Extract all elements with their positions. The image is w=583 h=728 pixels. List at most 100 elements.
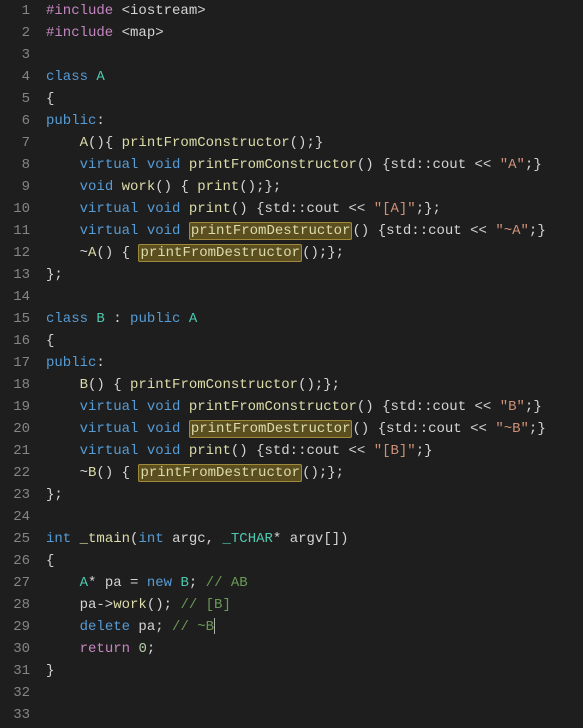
code-line[interactable]: ~B() { printFromDestructor();}; (46, 462, 583, 484)
code-token: ~ (46, 245, 88, 261)
code-token: () {std::cout << (357, 399, 500, 415)
code-line[interactable]: A* pa = new B; // AB (46, 572, 583, 594)
code-token: : (105, 311, 130, 327)
code-token: ;} (529, 223, 546, 239)
code-line[interactable]: virtual void printFromDestructor() {std:… (46, 418, 583, 440)
code-token (138, 399, 146, 415)
code-token: int (46, 531, 71, 547)
line-number: 26 (6, 550, 30, 572)
code-token: virtual (80, 157, 139, 173)
code-token: ;} (525, 399, 542, 415)
code-line[interactable]: class B : public A (46, 308, 583, 330)
code-line[interactable]: public: (46, 110, 583, 132)
code-token: ();}; (298, 377, 340, 393)
code-line[interactable]: B() { printFromConstructor();}; (46, 374, 583, 396)
code-token: #include (46, 25, 113, 41)
code-line[interactable]: #include <map> (46, 22, 583, 44)
code-token: class (46, 69, 88, 85)
line-number: 20 (6, 418, 30, 440)
code-token: (){ (88, 135, 122, 151)
code-line[interactable]: ~A() { printFromDestructor();}; (46, 242, 583, 264)
code-line[interactable]: } (46, 660, 583, 682)
line-number: 9 (6, 176, 30, 198)
code-line[interactable] (46, 506, 583, 528)
code-line[interactable] (46, 44, 583, 66)
code-token: #include (46, 3, 113, 19)
code-line[interactable]: void work() { print();}; (46, 176, 583, 198)
code-token: "~B" (495, 421, 529, 437)
code-line[interactable]: }; (46, 484, 583, 506)
line-number: 12 (6, 242, 30, 264)
code-line[interactable]: A(){ printFromConstructor();} (46, 132, 583, 154)
code-token: (); (147, 597, 181, 613)
code-token: ; (189, 575, 206, 591)
code-line[interactable]: { (46, 330, 583, 352)
code-token: () { (88, 377, 130, 393)
line-number: 22 (6, 462, 30, 484)
code-token (180, 223, 188, 239)
code-token (180, 443, 188, 459)
code-token (180, 311, 188, 327)
line-number: 31 (6, 660, 30, 682)
highlighted-token: printFromDestructor (189, 222, 353, 240)
code-token (180, 399, 188, 415)
code-line[interactable]: delete pa; // ~B (46, 616, 583, 638)
code-token: int (138, 531, 163, 547)
code-token: new (147, 575, 172, 591)
code-token: void (147, 157, 181, 173)
line-number: 30 (6, 638, 30, 660)
highlighted-token: printFromDestructor (138, 464, 302, 482)
code-line[interactable]: virtual void printFromConstructor() {std… (46, 396, 583, 418)
code-line[interactable]: virtual void print() {std::cout << "[B]"… (46, 440, 583, 462)
code-token: argc, (164, 531, 223, 547)
line-number: 19 (6, 396, 30, 418)
code-token: "B" (500, 399, 525, 415)
code-line[interactable]: class A (46, 66, 583, 88)
code-token: <map> (113, 25, 163, 41)
code-token: () { (96, 245, 138, 261)
code-line[interactable]: { (46, 88, 583, 110)
code-token (138, 201, 146, 217)
code-token: } (46, 663, 54, 679)
code-token (138, 223, 146, 239)
line-number: 2 (6, 22, 30, 44)
line-number: 27 (6, 572, 30, 594)
code-token: void (147, 421, 181, 437)
code-token: _tmain (80, 531, 130, 547)
code-area[interactable]: #include <iostream>#include <map>class A… (40, 0, 583, 726)
line-number: 32 (6, 682, 30, 704)
code-token (46, 157, 80, 173)
code-line[interactable]: pa->work(); // [B] (46, 594, 583, 616)
code-line[interactable]: return 0; (46, 638, 583, 660)
code-token (46, 399, 80, 415)
code-token (46, 223, 80, 239)
line-number: 14 (6, 286, 30, 308)
code-line[interactable]: public: (46, 352, 583, 374)
code-line[interactable]: }; (46, 264, 583, 286)
code-editor[interactable]: 1234567891011121314151617181920212223242… (0, 0, 583, 726)
code-line[interactable] (46, 682, 583, 704)
text-cursor (214, 618, 215, 634)
code-line[interactable] (46, 286, 583, 308)
code-token: ();}; (302, 465, 344, 481)
code-line[interactable]: int _tmain(int argc, _TCHAR* argv[]) (46, 528, 583, 550)
code-token: ;} (525, 157, 542, 173)
code-token: ;} (529, 421, 546, 437)
code-token: printFromConstructor (189, 157, 357, 173)
code-token: : (96, 355, 104, 371)
line-number: 16 (6, 330, 30, 352)
line-number: 1 (6, 0, 30, 22)
code-line[interactable]: virtual void printFromDestructor() {std:… (46, 220, 583, 242)
line-number: 5 (6, 88, 30, 110)
code-line[interactable]: virtual void print() {std::cout << "[A]"… (46, 198, 583, 220)
code-line[interactable]: #include <iostream> (46, 0, 583, 22)
code-token: // ~B (172, 619, 214, 635)
line-number: 13 (6, 264, 30, 286)
code-token: virtual (80, 399, 139, 415)
code-line[interactable]: virtual void printFromConstructor() {std… (46, 154, 583, 176)
code-token: pa; (130, 619, 172, 635)
code-line[interactable] (46, 704, 583, 726)
code-token: class (46, 311, 88, 327)
code-token: public (130, 311, 180, 327)
code-line[interactable]: { (46, 550, 583, 572)
